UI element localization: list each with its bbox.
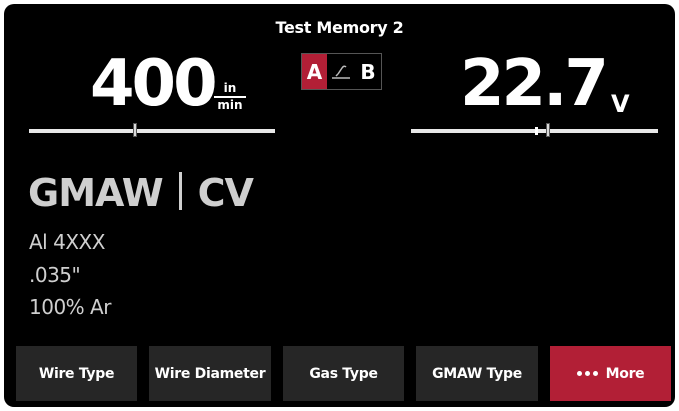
gas-type-button[interactable]: Gas Type (283, 346, 404, 401)
welder-screen: Test Memory 2 400 in min A B 22.7 V GMAW… (4, 4, 675, 407)
wire-feed-slider[interactable] (29, 123, 275, 137)
wire-type-value: Al 4XXX (29, 230, 105, 254)
ab-toggle[interactable]: A B (301, 53, 382, 90)
ab-option-b[interactable]: B (355, 54, 381, 89)
voltage-slider[interactable] (411, 123, 658, 137)
wire-feed-speed-value[interactable]: 400 (90, 52, 218, 116)
voltage-value[interactable]: 22.7 (460, 52, 609, 116)
more-button-label: More (605, 365, 645, 382)
more-dots-icon (576, 371, 598, 376)
more-button[interactable]: More (550, 346, 671, 401)
wire-diameter-button[interactable]: Wire Diameter (149, 346, 271, 401)
torch-icon (327, 54, 355, 89)
gmaw-type-button[interactable]: GMAW Type (416, 346, 538, 401)
process-divider (178, 172, 182, 210)
wire-feed-unit-top: in (214, 82, 246, 98)
process-mode: GMAW (28, 171, 164, 215)
voltage-slider-thumb[interactable] (546, 123, 550, 137)
voltage-slider-tick (535, 127, 538, 135)
wire-feed-slider-thumb[interactable] (133, 123, 137, 137)
memory-title: Test Memory 2 (275, 18, 404, 37)
wire-diameter-value: .035" (29, 263, 81, 287)
process-type: CV (197, 171, 254, 215)
wire-feed-unit: in min (214, 82, 246, 111)
ab-option-a[interactable]: A (302, 54, 327, 89)
gas-type-value: 100% Ar (29, 295, 111, 319)
wire-type-button[interactable]: Wire Type (16, 346, 137, 401)
wire-feed-unit-bottom: min (217, 97, 243, 112)
voltage-unit: V (611, 90, 630, 118)
process-label: GMAW CV (28, 171, 254, 215)
